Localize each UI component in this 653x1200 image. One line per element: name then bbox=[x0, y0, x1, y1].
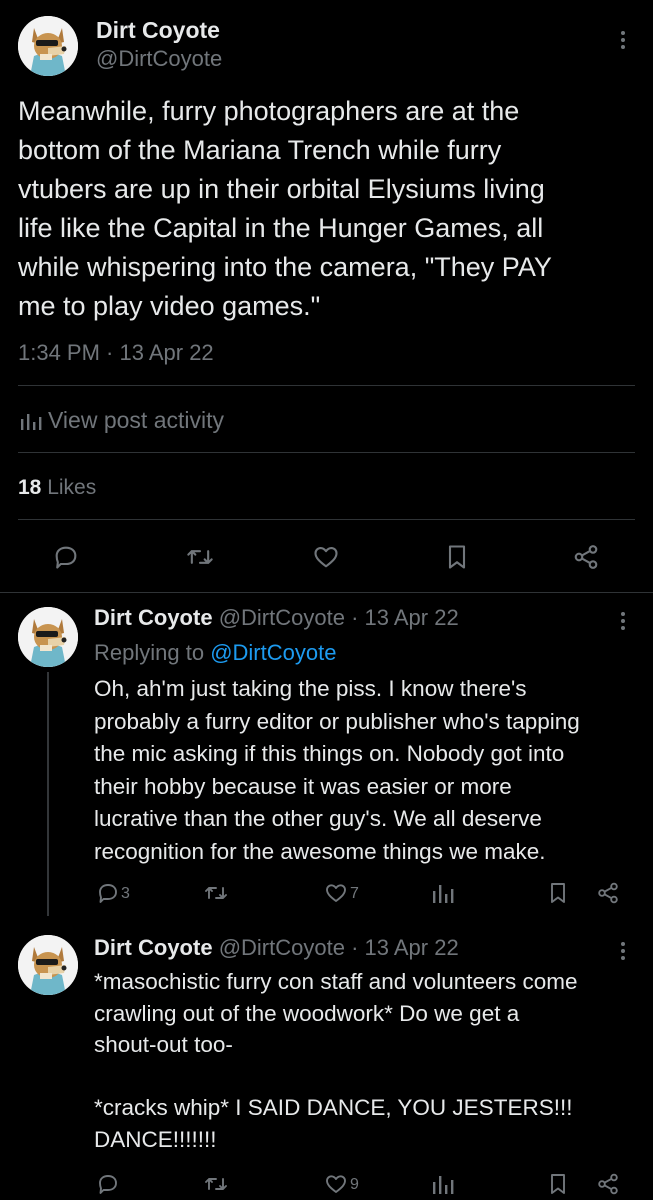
reply-icon[interactable] bbox=[96, 1172, 120, 1196]
replying-prefix: Replying to bbox=[94, 640, 205, 665]
share-icon[interactable] bbox=[596, 1172, 620, 1196]
reply-text-line: Oh, ah'm just taking the piss. I know th… bbox=[94, 676, 527, 701]
reply-text-line: shout-out too- bbox=[94, 1032, 233, 1057]
author-handle[interactable]: @DirtCoyote bbox=[219, 605, 345, 630]
like-count: 7 bbox=[350, 885, 359, 902]
likes-count: 18 bbox=[18, 476, 42, 499]
retweet-icon[interactable] bbox=[204, 1172, 228, 1196]
retweet-icon[interactable] bbox=[186, 543, 214, 571]
reply-date[interactable]: · 13 Apr 22 bbox=[351, 935, 459, 960]
like-icon[interactable] bbox=[324, 881, 348, 905]
retweet-icon[interactable] bbox=[204, 881, 228, 905]
reply-text-line: *cracks whip* I SAID DANCE, YOU JESTERS!… bbox=[94, 1095, 573, 1120]
post-text: Meanwhile, furry photographers are at th… bbox=[18, 92, 638, 326]
likes-label: Likes bbox=[47, 476, 97, 499]
more-icon[interactable] bbox=[611, 609, 635, 633]
reply-text-line: *masochistic furry con staff and volunte… bbox=[94, 969, 578, 994]
post-text-line: Meanwhile, furry photographers are at th… bbox=[18, 96, 520, 126]
reply-text-line: DANCE!!!!!!! bbox=[94, 1126, 217, 1152]
reply-icon[interactable] bbox=[52, 543, 80, 571]
post-text-line: life like the Capital in the Hunger Game… bbox=[18, 213, 544, 243]
reply-text: *masochistic furry con staff and volunte… bbox=[94, 966, 649, 1155]
reply-text-line: their hobby because it was easier or mor… bbox=[94, 773, 512, 799]
likes-stat[interactable]: 18 Likes bbox=[18, 476, 96, 500]
bookmark-icon[interactable] bbox=[546, 881, 570, 905]
like-count: 9 bbox=[350, 1176, 359, 1193]
divider bbox=[18, 452, 635, 453]
avatar[interactable] bbox=[18, 935, 78, 995]
reply-date[interactable]: · 13 Apr 22 bbox=[351, 605, 459, 630]
like-icon[interactable] bbox=[324, 1172, 348, 1196]
reply-text: Oh, ah'm just taking the piss. I know th… bbox=[94, 673, 644, 868]
bookmark-icon[interactable] bbox=[443, 543, 471, 571]
replying-handle[interactable]: @DirtCoyote bbox=[210, 640, 336, 665]
more-icon[interactable] bbox=[611, 28, 635, 52]
avatar[interactable] bbox=[18, 607, 78, 667]
views-icon bbox=[20, 412, 42, 430]
reply-header: Dirt Coyote @DirtCoyote · 13 Apr 22 bbox=[94, 605, 459, 631]
replying-to: Replying to @DirtCoyote bbox=[94, 640, 336, 666]
avatar[interactable] bbox=[18, 16, 78, 76]
post-text-line: while whispering into the camera, "They … bbox=[18, 252, 552, 282]
bookmark-icon[interactable] bbox=[546, 1172, 570, 1196]
divider bbox=[18, 385, 635, 386]
like-icon[interactable] bbox=[312, 543, 340, 571]
reply-text-line: probably a furry editor or publisher who… bbox=[94, 708, 580, 734]
view-activity-label: View post activity bbox=[48, 407, 224, 433]
more-icon[interactable] bbox=[611, 939, 635, 963]
views-icon[interactable] bbox=[432, 1173, 454, 1195]
divider bbox=[0, 592, 653, 593]
author-name[interactable]: Dirt Coyote bbox=[96, 17, 220, 44]
reply-header: Dirt Coyote @DirtCoyote · 13 Apr 22 bbox=[94, 935, 459, 961]
reply-text-line bbox=[94, 1061, 649, 1093]
author-handle[interactable]: @DirtCoyote bbox=[96, 46, 222, 72]
post-text-line: bottom of the Mariana Trench while furry bbox=[18, 135, 502, 165]
reply-text-line: recognition for the awesome things we ma… bbox=[94, 838, 546, 864]
author-name[interactable]: Dirt Coyote bbox=[94, 935, 213, 960]
share-icon[interactable] bbox=[596, 881, 620, 905]
reply-text-line: lucrative than the other guy's. We all d… bbox=[94, 806, 542, 831]
reply-icon[interactable] bbox=[96, 881, 120, 905]
views-icon[interactable] bbox=[432, 882, 454, 904]
thread-line bbox=[47, 672, 49, 916]
post-text-line: vtubers are up in their orbital Elysiums… bbox=[18, 174, 545, 204]
post-timestamp[interactable]: 1:34 PM · 13 Apr 22 bbox=[18, 340, 214, 366]
share-icon[interactable] bbox=[572, 543, 600, 571]
reply-count: 3 bbox=[121, 885, 130, 902]
reply-text-line: the mic asking if this things on. Nobody… bbox=[94, 741, 565, 766]
author-name[interactable]: Dirt Coyote bbox=[94, 605, 213, 630]
post-text-line: me to play video games." bbox=[18, 291, 321, 321]
divider bbox=[18, 519, 635, 520]
reply-text-line: crawling out of the woodwork* Do we get … bbox=[94, 1000, 520, 1026]
author-handle[interactable]: @DirtCoyote bbox=[219, 935, 345, 960]
